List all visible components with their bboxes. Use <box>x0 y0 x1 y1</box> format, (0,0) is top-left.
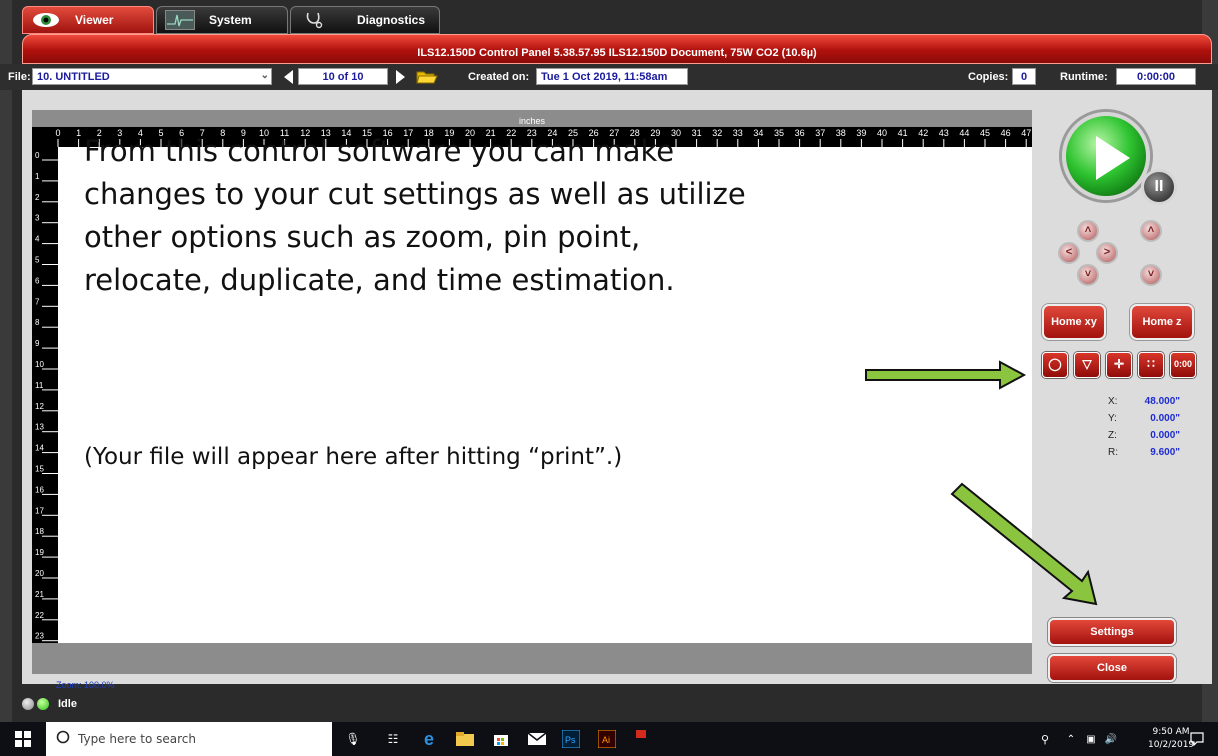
svg-text:Ps: Ps <box>565 735 576 745</box>
mail-icon[interactable] <box>526 728 548 750</box>
edge-icon[interactable]: e <box>418 728 440 750</box>
notifications-icon[interactable] <box>1186 728 1208 750</box>
people-icon[interactable]: ⚲ <box>1034 728 1056 750</box>
arrow-to-settings-icon <box>950 482 1098 606</box>
illustrator-icon[interactable]: Ai <box>596 728 618 750</box>
search-icon <box>56 730 70 749</box>
status-text: Idle <box>58 698 77 710</box>
store-icon[interactable] <box>490 728 512 750</box>
status-led-gray-icon <box>22 698 34 710</box>
photoshop-icon[interactable]: Ps <box>560 728 582 750</box>
tray-chevron-icon[interactable]: ⌃ <box>1060 728 1082 750</box>
status-led-green-icon <box>37 698 49 710</box>
microphone-icon[interactable]: 🎙 <box>342 728 364 750</box>
network-icon[interactable]: ▣ <box>1080 728 1102 750</box>
annotation-arrows <box>865 360 1098 606</box>
file-explorer-icon[interactable] <box>454 728 476 750</box>
taskbar: Type here to search 🎙 ☷ e Ps Ai ⚲ ⌃ ▣ 🔊 … <box>0 722 1218 756</box>
svg-text:Ai: Ai <box>602 735 610 745</box>
laser-app-icon[interactable] <box>630 724 652 746</box>
app-window: Viewer System Diagnostics ILS12.150D Con… <box>0 0 1218 722</box>
search-placeholder: Type here to search <box>78 732 196 746</box>
start-button[interactable] <box>0 722 46 756</box>
volume-icon[interactable]: 🔊 <box>1100 728 1122 750</box>
task-view-icon[interactable]: ☷ <box>382 728 404 750</box>
status-bar: Idle <box>22 694 77 714</box>
taskbar-search[interactable]: Type here to search <box>46 722 332 756</box>
arrow-to-tools-icon <box>865 360 1027 390</box>
windows-icon <box>15 731 31 747</box>
